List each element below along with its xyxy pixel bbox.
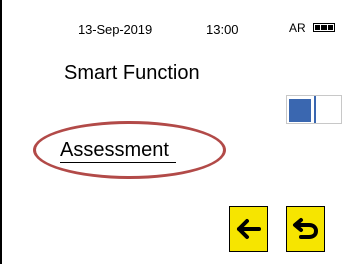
toggle-knob [289,99,311,122]
toggle-divider [314,96,316,123]
device-screen: 13-Sep-2019 13:00 AR Smart Function Asse… [0,0,342,264]
status-time: 13:00 [206,22,239,37]
back-button[interactable] [229,206,268,252]
status-date: 13-Sep-2019 [78,22,153,37]
return-icon [292,218,318,239]
status-indicator: AR [289,21,306,35]
page-title: Smart Function [64,62,200,84]
battery-icon [313,23,335,32]
highlight-ellipse [33,121,226,179]
arrow-left-icon [236,219,261,239]
return-button[interactable] [286,206,325,252]
toggle-switch[interactable] [286,95,342,124]
screen-border [0,0,2,264]
